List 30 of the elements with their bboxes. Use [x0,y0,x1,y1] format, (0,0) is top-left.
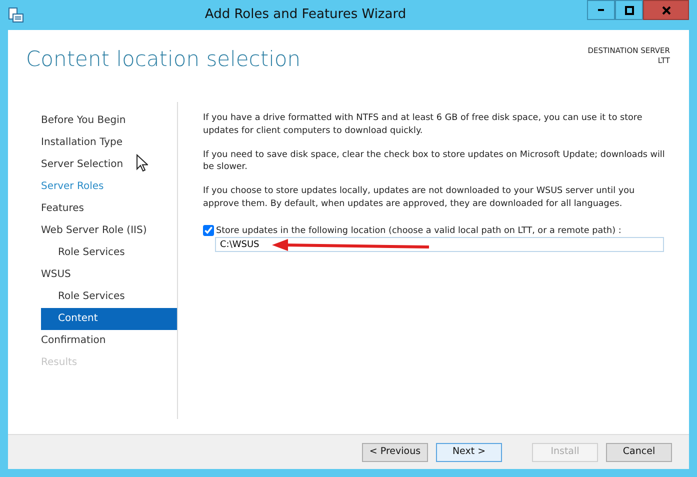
wizard-step[interactable]: Installation Type [41,132,177,154]
description-paragraph: If you need to save disk space, clear the check box to store updates on Microsoft Update; downloads will be slower. [203,148,665,174]
wizard-step[interactable]: WSUS [41,264,177,286]
wizard-step[interactable]: Web Server Role (IIS) [41,220,177,242]
wizard-button[interactable]: < Previous [362,442,428,462]
wizard-step[interactable]: Server Roles [41,176,177,198]
wizard-step[interactable]: Role Services [41,242,177,264]
maximize-button[interactable] [615,0,643,20]
wizard-button[interactable]: Cancel [606,442,672,462]
close-icon [662,6,670,14]
wizard-step[interactable]: Before You Begin [41,110,177,132]
wizard-step[interactable]: Content [41,308,177,330]
maximize-icon [624,6,634,14]
wizard-step[interactable]: Role Services [41,286,177,308]
page-title: Content location selection [26,46,301,73]
wizard-step[interactable]: Features [41,198,177,220]
cursor-icon [136,154,148,172]
minimize-button[interactable] [587,0,615,20]
description-paragraph: If you choose to store updates locally, updates are not downloaded to your WSUS server until you approve them. By default, when updates are approved, they are downloaded for all languages. [203,185,636,210]
wizard-step[interactable]: Confirmation [41,330,177,352]
minimize-icon [597,9,605,11]
window-title: Add Roles and Features Wizard [204,7,406,22]
close-button[interactable] [643,0,689,20]
app-icon [8,7,24,23]
wizard-step[interactable]: Server Selection [41,154,177,176]
store-updates-checkbox[interactable] [203,225,214,236]
path-field[interactable]: C:\WSUS [215,237,664,252]
wizard-button[interactable]: Next > [436,442,502,462]
description-paragraph: If you have a drive formatted with NTFS and at least 6 GB of free disk space, you can use it to store updates for client computers to download quickly. [203,112,644,138]
store-updates-label: Store updates in the following location (choose a valid local path on LTT, or a remote path) : [216,224,622,238]
